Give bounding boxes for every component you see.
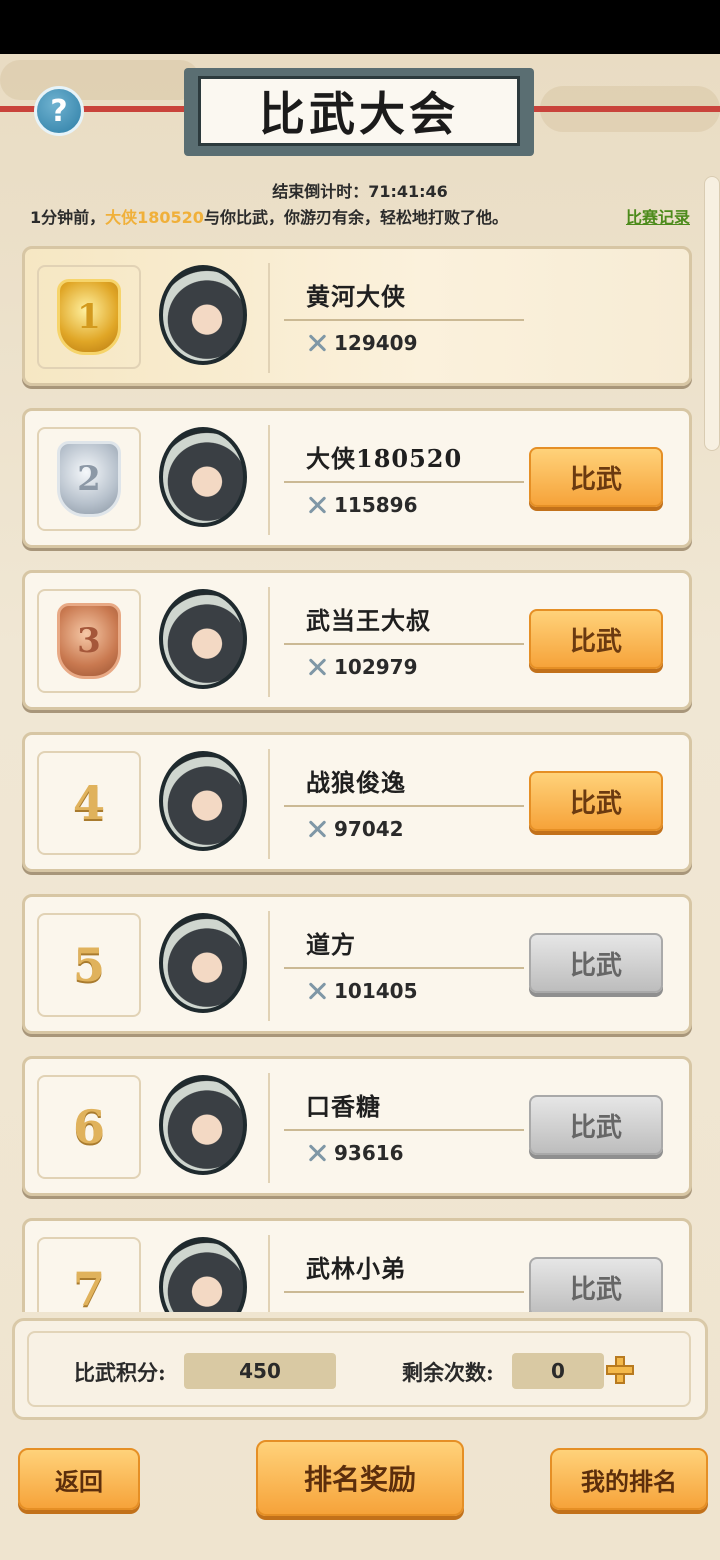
ranking-row: 2 大侠180520 115896 比武	[22, 408, 692, 548]
player-name: 黄河大侠	[306, 282, 406, 311]
challenge-button-disabled[interactable]: 比武	[529, 1095, 663, 1155]
avatar	[159, 427, 247, 527]
rank-number: 7	[72, 1262, 105, 1312]
combat-power: 101405	[306, 979, 418, 1003]
countdown-timer: 结束倒计时：71:41:46	[0, 178, 720, 202]
power-value: 102979	[334, 655, 418, 679]
player-info: 黄河大侠 129409	[268, 263, 678, 373]
rank-badge-box: 7	[37, 1237, 141, 1312]
power-value: 101405	[334, 979, 418, 1003]
rank-badge-box: 2	[37, 427, 141, 531]
ranking-row: 7 武林小弟 比武	[22, 1218, 692, 1312]
rank-badge-box: 3	[37, 589, 141, 693]
crossed-swords-icon	[306, 1142, 328, 1164]
rank-badge-box: 1	[37, 265, 141, 369]
ranking-row: 5 道方 101405 比武	[22, 894, 692, 1034]
divider	[284, 1129, 524, 1131]
avatar	[159, 751, 247, 851]
avatar	[159, 589, 247, 689]
points-value: 450	[184, 1353, 336, 1389]
ranking-row: 1 黄河大侠 129409	[22, 246, 692, 386]
ranking-rewards-button[interactable]: 排名奖励	[256, 1440, 464, 1516]
player-name: 口香糖	[306, 1092, 381, 1121]
gold-medal-icon: 1	[57, 279, 121, 355]
combat-power: 97042	[306, 817, 404, 841]
avatar	[159, 1237, 247, 1312]
ranking-row: 3 武当王大叔 102979 比武	[22, 570, 692, 710]
avatar	[159, 1075, 247, 1175]
crossed-swords-icon	[306, 494, 328, 516]
power-value: 97042	[334, 817, 404, 841]
ranking-list[interactable]: 1 黄河大侠 129409 2 大侠180520 115896 比武 3 武当王…	[0, 246, 720, 1312]
rank-number: 6	[72, 1100, 105, 1154]
rank-number: 5	[72, 938, 105, 992]
combat-power: 93616	[306, 1141, 404, 1165]
player-name: 战狼俊逸	[306, 768, 406, 797]
help-button[interactable]: ?	[34, 86, 84, 136]
my-rank-button[interactable]: 我的排名	[550, 1448, 708, 1510]
challenge-button-disabled[interactable]: 比武	[529, 1257, 663, 1312]
countdown-value: 71:41:46	[368, 182, 448, 201]
power-value: 115896	[334, 493, 418, 517]
crossed-swords-icon	[306, 980, 328, 1002]
combat-power: 129409	[306, 331, 418, 355]
rank-badge-box: 5	[37, 913, 141, 1017]
points-label: 比武积分:	[74, 1360, 166, 1385]
remaining-value: 0	[512, 1353, 604, 1389]
message-player: 大侠180520	[105, 208, 204, 227]
rank-number: 4	[72, 776, 105, 830]
challenge-button[interactable]: 比武	[529, 609, 663, 669]
combat-power: 102979	[306, 655, 418, 679]
cloud-decoration	[0, 60, 200, 100]
power-value: 129409	[334, 331, 418, 355]
crossed-swords-icon	[306, 818, 328, 840]
remaining-label: 剩余次数:	[402, 1360, 494, 1385]
power-value: 93616	[334, 1141, 404, 1165]
challenge-button-disabled[interactable]: 比武	[529, 933, 663, 993]
ranking-row: 4 战狼俊逸 97042 比武	[22, 732, 692, 872]
divider	[284, 1291, 524, 1293]
message-prefix: 1分钟前，	[30, 208, 106, 227]
challenge-button[interactable]: 比武	[529, 447, 663, 507]
battle-message: 1分钟前，大侠180520与你比武，你游刃有余，轻松地打败了他。 比赛记录	[30, 204, 710, 228]
battle-record-link[interactable]: 比赛记录	[626, 204, 690, 228]
silver-medal-icon: 2	[57, 441, 121, 517]
divider	[284, 967, 524, 969]
add-attempts-plus-icon[interactable]	[606, 1356, 634, 1384]
player-name: 道方	[306, 930, 356, 959]
player-name: 武当王大叔	[306, 606, 431, 635]
divider	[284, 643, 524, 645]
divider	[284, 319, 524, 321]
challenge-button[interactable]: 比武	[529, 771, 663, 831]
bronze-medal-icon: 3	[57, 603, 121, 679]
rank-badge-box: 6	[37, 1075, 141, 1179]
ranking-row: 6 口香糖 93616 比武	[22, 1056, 692, 1196]
divider	[284, 805, 524, 807]
player-name: 武林小弟	[306, 1254, 406, 1283]
back-button[interactable]: 返回	[18, 1448, 140, 1510]
crossed-swords-icon	[306, 332, 328, 354]
avatar	[159, 913, 247, 1013]
player-name: 大侠180520	[306, 444, 463, 473]
divider	[284, 481, 524, 483]
countdown-label: 结束倒计时：	[272, 182, 369, 201]
message-text: 与你比武，你游刃有余，轻松地打败了他。	[203, 208, 508, 227]
crossed-swords-icon	[306, 656, 328, 678]
combat-power: 115896	[306, 493, 418, 517]
status-bar	[0, 0, 720, 54]
rank-badge-box: 4	[37, 751, 141, 855]
avatar	[159, 265, 247, 365]
page-title: 比武大会	[198, 76, 520, 146]
